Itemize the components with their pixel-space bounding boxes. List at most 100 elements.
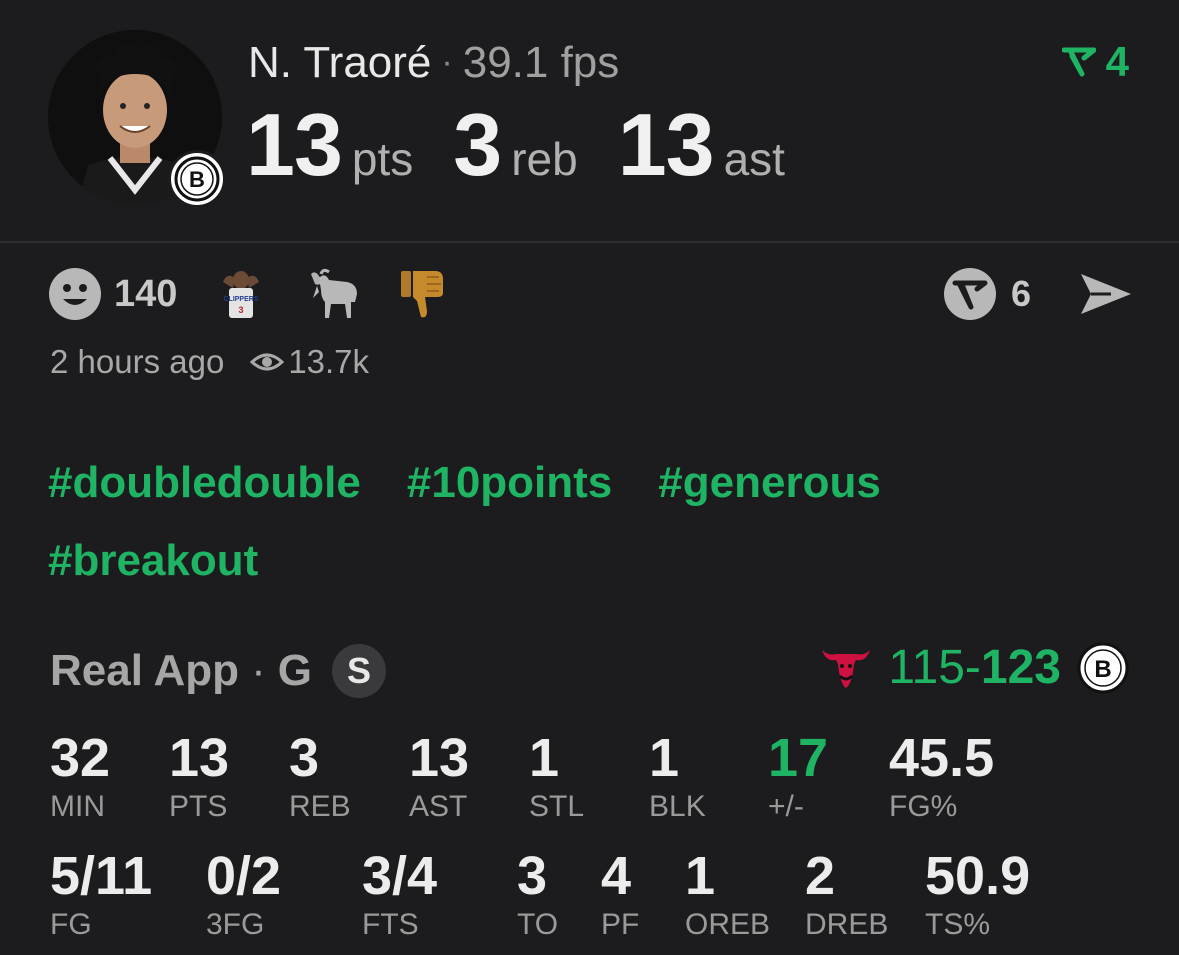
stat-value: 17 [768,728,829,788]
stat-value: 3 [289,728,320,788]
send-icon[interactable] [1077,270,1133,318]
stat-stl: 1 STL [529,730,584,824]
stat-min: 32 MIN [50,730,110,824]
divider [0,241,1179,243]
goat-icon[interactable] [305,268,361,320]
stat-value: 32 [50,728,111,788]
stat-to: 3 TO [517,848,558,942]
hashtag[interactable]: #doubledouble [48,444,361,522]
headline-reb-value: 3 [453,95,502,194]
stat-label: AST [409,790,468,823]
stat-value: 4 [601,846,632,906]
svg-text:B: B [1094,656,1111,683]
stat-value: 0/2 [206,846,282,906]
real-points-count: 4 [1105,38,1129,85]
stat-value: 45.5 [889,728,995,788]
reactions-row: 140 CLIPPERS 3 [48,264,483,324]
stat-label: BLK [649,790,706,823]
real-logo-icon [1061,47,1096,77]
headline-reb-unit: reb [511,133,578,185]
stat-label: PF [601,908,640,941]
hashtag[interactable]: #breakout [48,522,258,600]
game-score[interactable]: 115-123 B [818,640,1129,695]
view-count: 13.7k [250,343,369,381]
stat-label: FG% [889,790,958,823]
headline-ast-unit: ast [723,133,785,185]
stat-label: DREB [805,908,889,941]
source-separator: · [251,646,266,695]
svg-text:3: 3 [239,305,244,315]
nets-logo: B [1077,642,1129,693]
post-actions: 6 [943,264,1133,324]
bulls-logo [822,649,871,688]
stat-value: 3/4 [362,846,438,906]
post-time: 2 hours ago [50,343,225,380]
player-name-line[interactable]: N. Traoré · 39.1 fps [248,38,619,88]
headline-pts-unit: pts [351,133,414,185]
stat-value: 3 [517,846,548,906]
comment-brand-icon[interactable] [943,267,997,321]
stat-fts: 3/4 FTS [362,848,437,942]
score-home: 123 [980,641,1061,694]
stat-label: TS% [925,908,991,941]
stat-label: +/- [768,790,804,823]
name-separator: · [441,43,453,81]
stat-label: FTS [362,908,419,941]
player-reaction-icon[interactable]: CLIPPERS 3 [213,268,269,320]
post-meta: 2 hours ago 13.7k [50,343,369,381]
score-away: 115 [888,641,965,694]
stat-plus-minus: 17 +/- [768,730,828,824]
stat-label: FG [50,908,92,941]
stat-reb: 3 REB [289,730,351,824]
stat-value: 13 [169,728,230,788]
stat-ast: 13 AST [409,730,469,824]
game-source: Real App · G S [50,644,386,698]
headline-stats: 13 pts 3 reb 13 ast [246,94,825,196]
nets-logo: B [168,150,226,208]
hashtag[interactable]: #generous [658,444,881,522]
player-position: G [277,646,312,695]
stat-value: 1 [685,846,716,906]
reaction-count[interactable]: 140 [114,273,177,316]
hashtag-list: #doubledouble #10points #generous #breakout [48,444,1128,600]
post-card: B N. Traoré · 39.1 fps 4 13 pts 3 reb 13 a… [0,0,1179,955]
hashtag[interactable]: #10points [407,444,612,522]
view-count-value: 13.7k [288,343,370,380]
smiley-icon[interactable] [48,267,102,321]
headline-ast-value: 13 [617,95,715,194]
stat-ts-pct: 50.9 TS% [925,848,1030,942]
stat-pts: 13 PTS [169,730,229,824]
stat-blk: 1 BLK [649,730,706,824]
headline-pts-value: 13 [246,95,343,194]
comment-count[interactable]: 6 [1011,273,1031,315]
stat-label: TO [517,908,559,941]
stat-pf: 4 PF [601,848,639,942]
stat-value: 50.9 [925,846,1031,906]
stat-dreb: 2 DREB [805,848,888,942]
app-name: Real App [50,646,240,695]
stat-label: REB [289,790,351,823]
svg-text:CLIPPERS: CLIPPERS [224,296,259,303]
stat-value: 5/11 [50,846,153,906]
fps-value: 39.1 fps [462,38,620,87]
thumbs-down-icon[interactable] [397,267,447,321]
stat-value: 2 [805,846,836,906]
stat-label: 3FG [206,908,265,941]
player-name[interactable]: N. Traoré [248,38,431,87]
stat-label: PTS [169,790,228,823]
stat-fg-pct: 45.5 FG% [889,730,994,824]
real-points[interactable]: 4 [1061,38,1129,86]
stat-oreb: 1 OREB [685,848,770,942]
starter-badge: S [331,644,386,698]
stat-label: MIN [50,790,105,823]
stat-3fg: 0/2 3FG [206,848,281,942]
stat-label: STL [529,790,585,823]
eye-icon [250,353,285,371]
stat-value: 1 [529,728,560,788]
stat-label: OREB [685,908,771,941]
stat-fg: 5/11 FG [50,848,152,942]
stat-value: 13 [409,728,470,788]
svg-text:B: B [189,167,205,192]
score-dash: - [964,641,981,694]
stat-value: 1 [649,728,680,788]
